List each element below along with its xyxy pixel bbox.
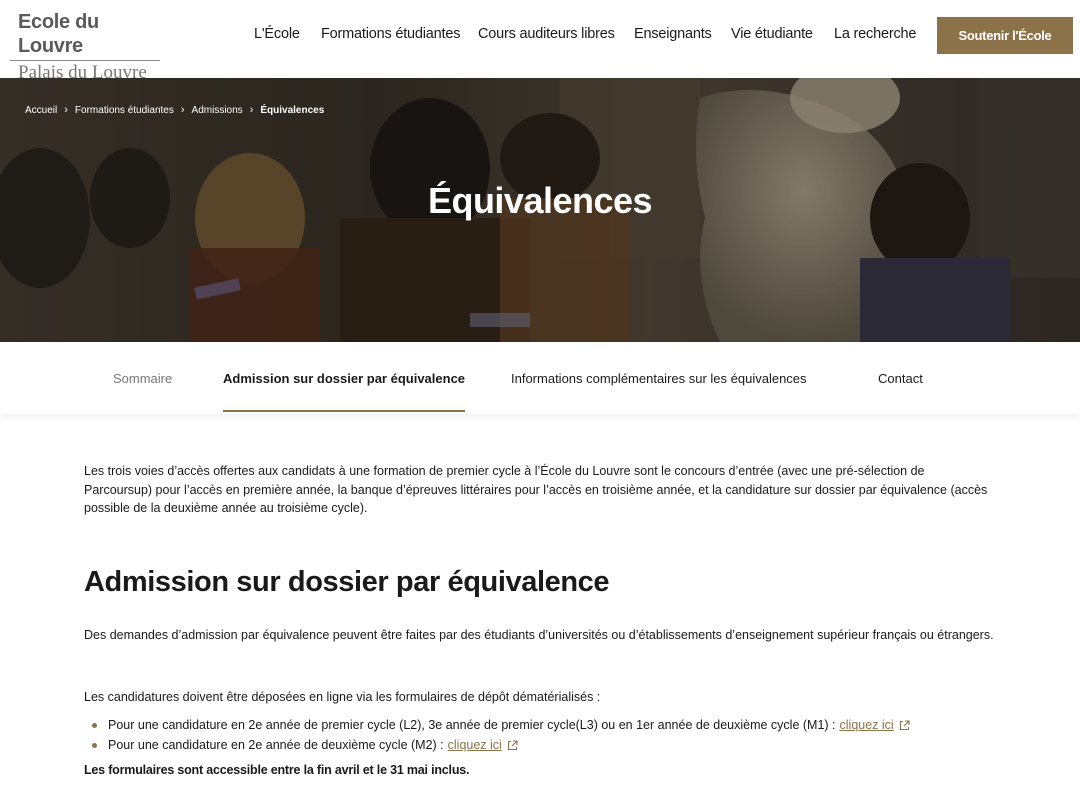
forms-paragraph: Les candidatures doivent être déposées e… [84,690,601,704]
nav-item-enseignants[interactable]: Enseignants [634,26,712,42]
tab-informations[interactable]: Informations complémentaires sur les équ… [511,371,807,386]
admission-paragraph: Des demandes d’admission par équivalence… [84,628,994,642]
nav-item-recherche[interactable]: La recherche [834,26,916,42]
breadcrumb-item-admissions[interactable]: Admissions [192,105,243,116]
breadcrumb-item-formations[interactable]: Formations étudiantes [75,105,174,116]
breadcrumb-current: Équivalences [260,104,325,116]
section-heading: Admission sur dossier par équivalence [84,566,610,598]
chevron-right-icon: › [249,104,254,116]
form-link-m2[interactable]: cliquez ici [448,735,502,755]
nav-item-formations[interactable]: Formations étudiantes [321,26,460,42]
active-tab-indicator [223,410,465,412]
forms-availability-note: Les formulaires sont accessible entre la… [84,763,470,777]
nav-item-vie-etudiante[interactable]: Vie étudiante [731,26,813,42]
nav-item-ecole[interactable]: L'École [254,26,300,42]
list-item-text: Pour une candidature en 2e année de prem… [108,718,836,732]
external-link-icon[interactable] [507,739,518,751]
list-item: Pour une candidature en 2e année de deux… [92,735,910,755]
logo-title: Ecole du Louvre [18,11,99,57]
site-header: Ecole du Louvre Palais du Louvre L'École… [0,0,1080,83]
logo-divider [10,60,160,61]
support-button[interactable]: Soutenir l'École [937,17,1073,54]
forms-list: Pour une candidature en 2e année de prem… [92,715,910,755]
breadcrumb-item-accueil[interactable]: Accueil [25,105,57,116]
list-item: Pour une candidature en 2e année de prem… [92,715,910,735]
nav-item-cours[interactable]: Cours auditeurs libres [478,26,615,42]
form-link-l2-l3-m1[interactable]: cliquez ici [840,715,894,735]
chevron-right-icon: › [180,104,185,116]
section-tabs: Sommaire Admission sur dossier par équiv… [0,342,1080,414]
logo[interactable]: Ecole du Louvre Palais du Louvre [10,10,162,84]
tab-contact[interactable]: Contact [878,371,923,386]
bullet-icon [92,722,97,728]
intro-section: Les trois voies d’accès offertes aux can… [84,462,996,518]
tab-admission[interactable]: Admission sur dossier par équivalence [223,371,465,386]
intro-paragraph: Les trois voies d’accès offertes aux can… [84,464,988,515]
chevron-right-icon: › [64,104,68,116]
tab-sommaire[interactable]: Sommaire [113,371,172,386]
hero-banner: Accueil › Formations étudiantes › Admiss… [0,78,1080,342]
breadcrumb: Accueil › Formations étudiantes › Admiss… [25,104,324,116]
list-item-text: Pour une candidature en 2e année de deux… [108,738,444,752]
page-title: Équivalences [427,180,653,221]
external-link-icon[interactable] [899,719,910,731]
bullet-icon [92,742,97,748]
